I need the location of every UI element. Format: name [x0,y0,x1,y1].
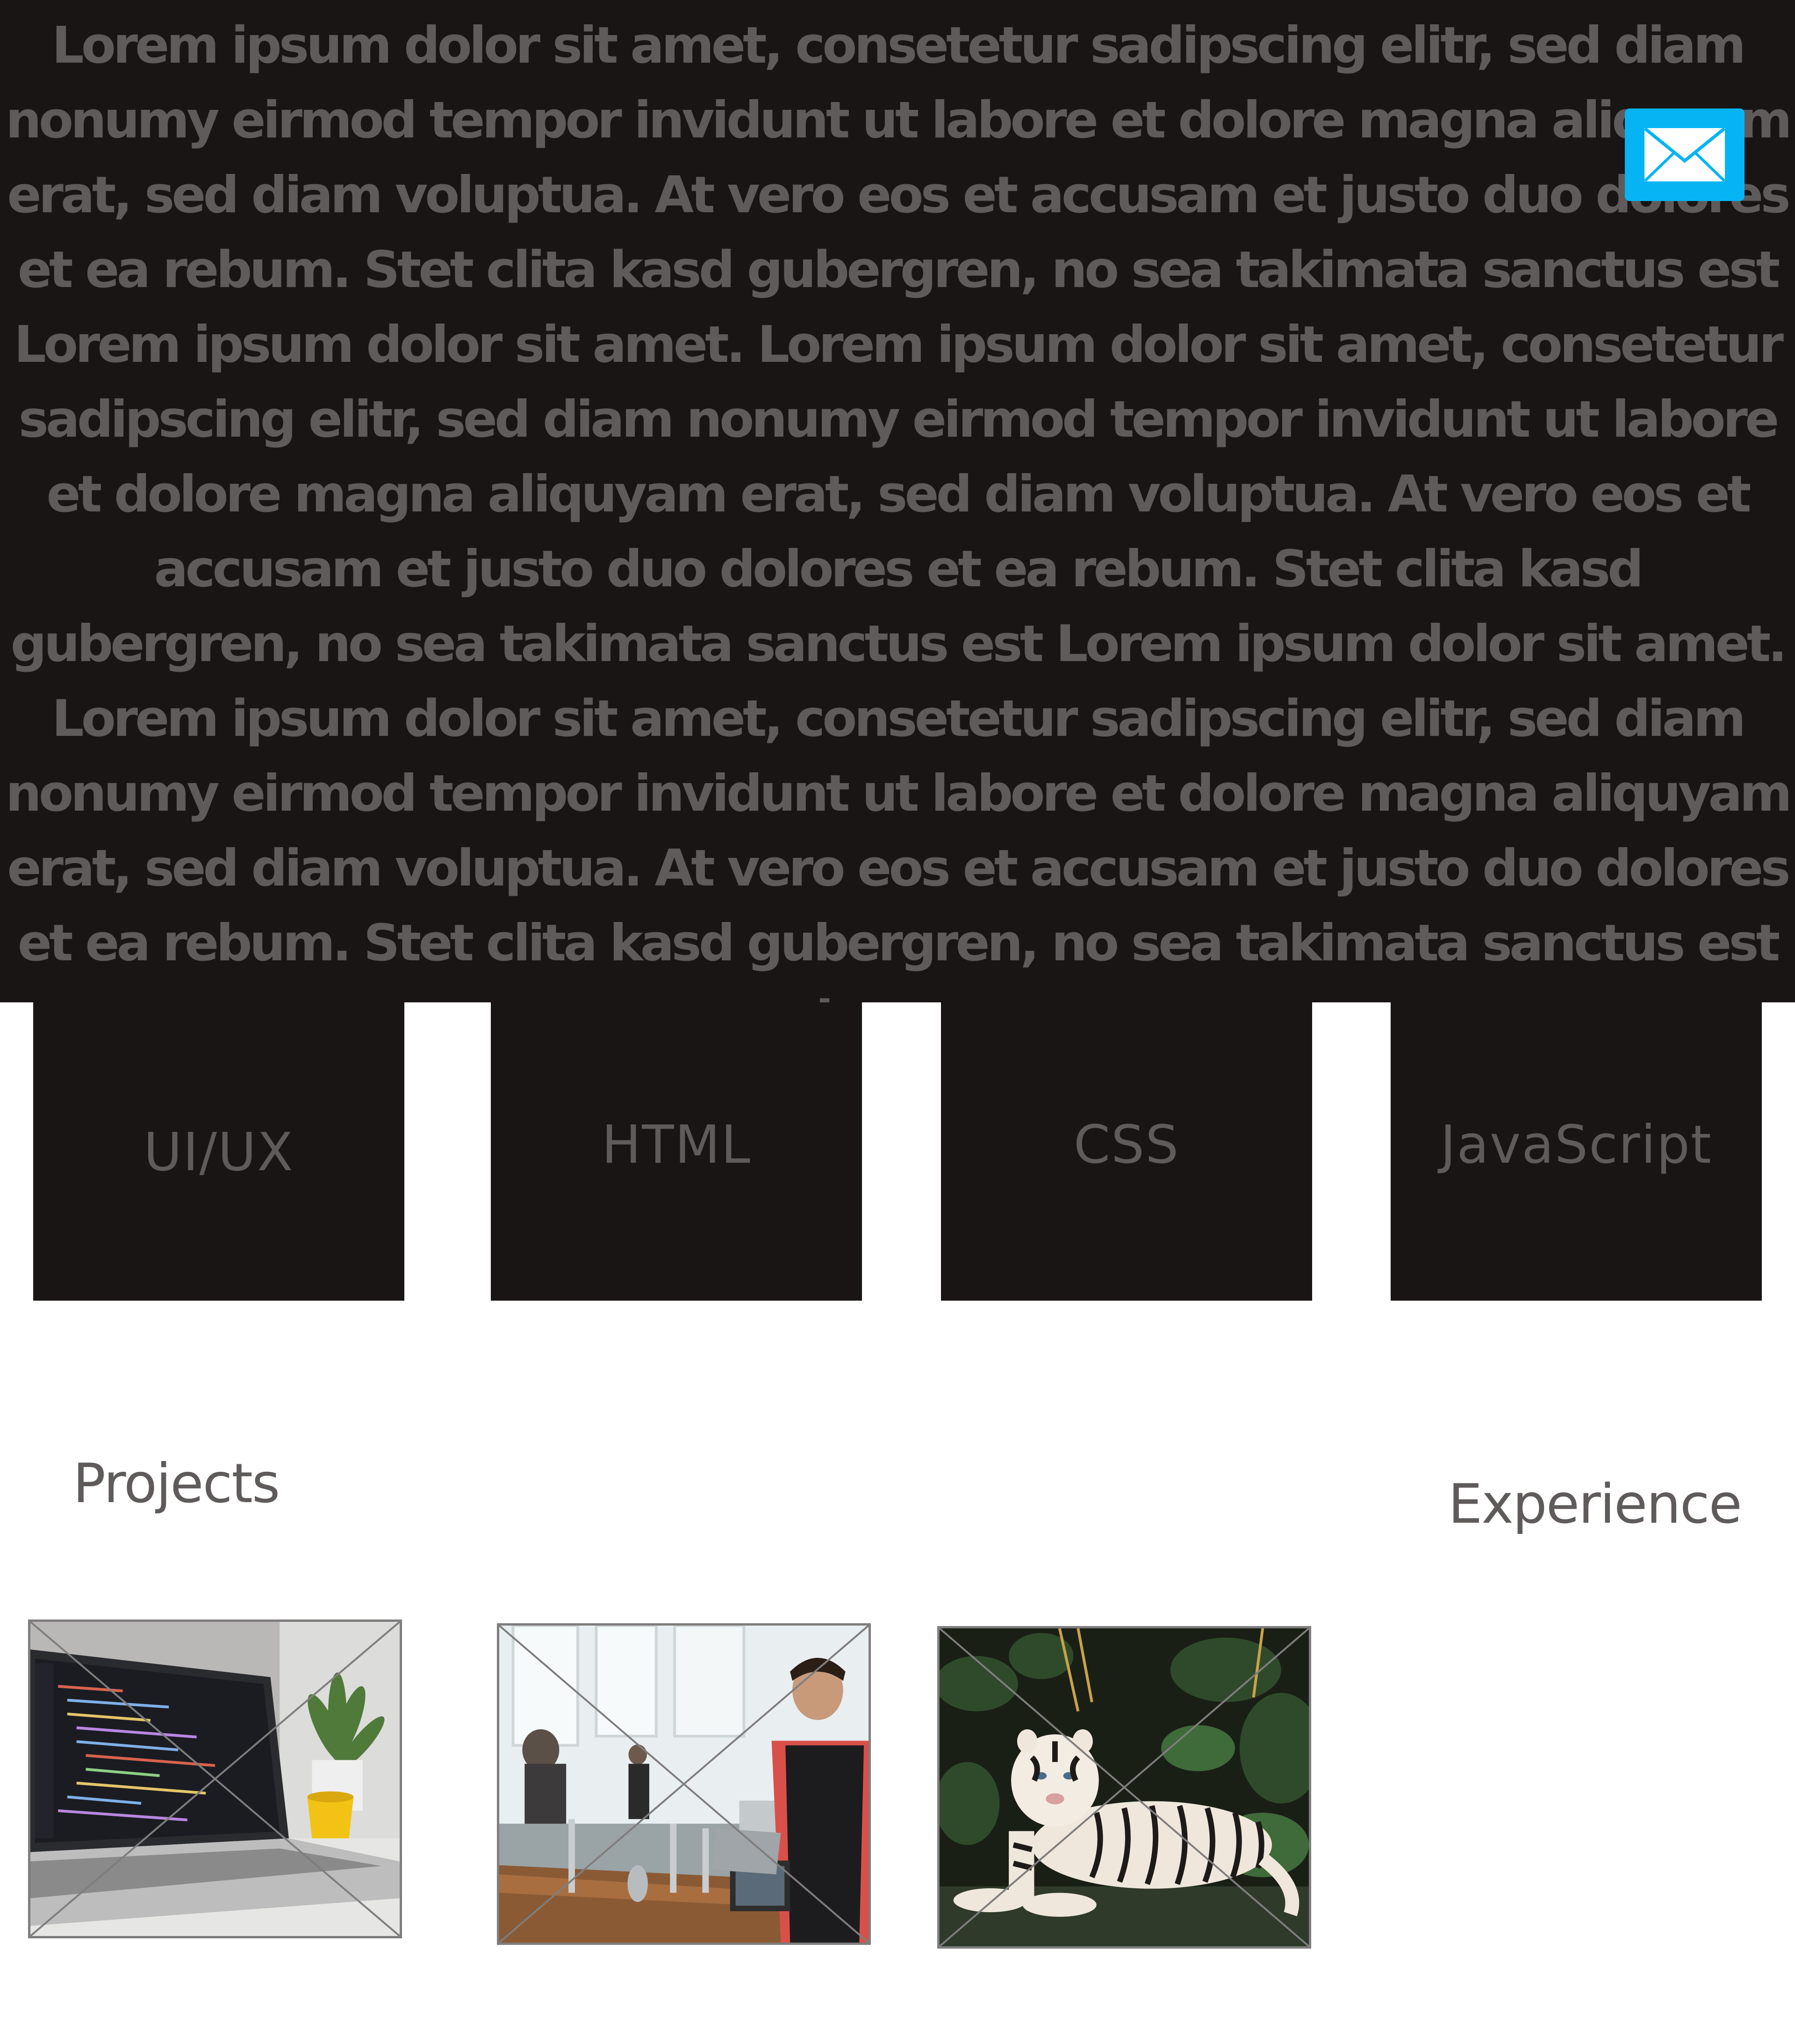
skill-card-label: JavaScript [1440,1115,1712,1175]
skill-card-label: UI/UX [144,1122,294,1183]
skill-card-uiux[interactable]: UI/UX [33,1002,404,1301]
hero-text-panel: Lorem ipsum dolor sit amet, consetetur s… [0,0,1795,1002]
projects-heading: Projects [73,1452,280,1515]
skill-card-javascript[interactable]: JavaScript [1391,1002,1762,1301]
skill-card-label: CSS [1073,1115,1180,1175]
envelope-glyph [1644,127,1726,182]
mail-icon[interactable] [1625,108,1745,201]
skill-card-label: HTML [602,1115,751,1175]
image-placeholder-cross [30,1622,400,1936]
hero-paragraph: Lorem ipsum dolor sit amet, consetetur s… [6,690,1792,1002]
project-thumbnail-tiger[interactable] [937,1626,1311,1949]
project-thumbnail-cafe[interactable] [497,1623,871,1945]
experience-heading: Experience [1448,1473,1742,1536]
image-placeholder-cross [940,1628,1309,1946]
project-thumbnail-laptop[interactable] [28,1619,402,1938]
skill-card-css[interactable]: CSS [941,1002,1312,1301]
image-placeholder-cross [499,1626,869,1943]
skill-card-html[interactable]: HTML [491,1002,862,1301]
hero-paragraph: Lorem ipsum dolor sit amet, consetetur s… [6,16,1792,673]
